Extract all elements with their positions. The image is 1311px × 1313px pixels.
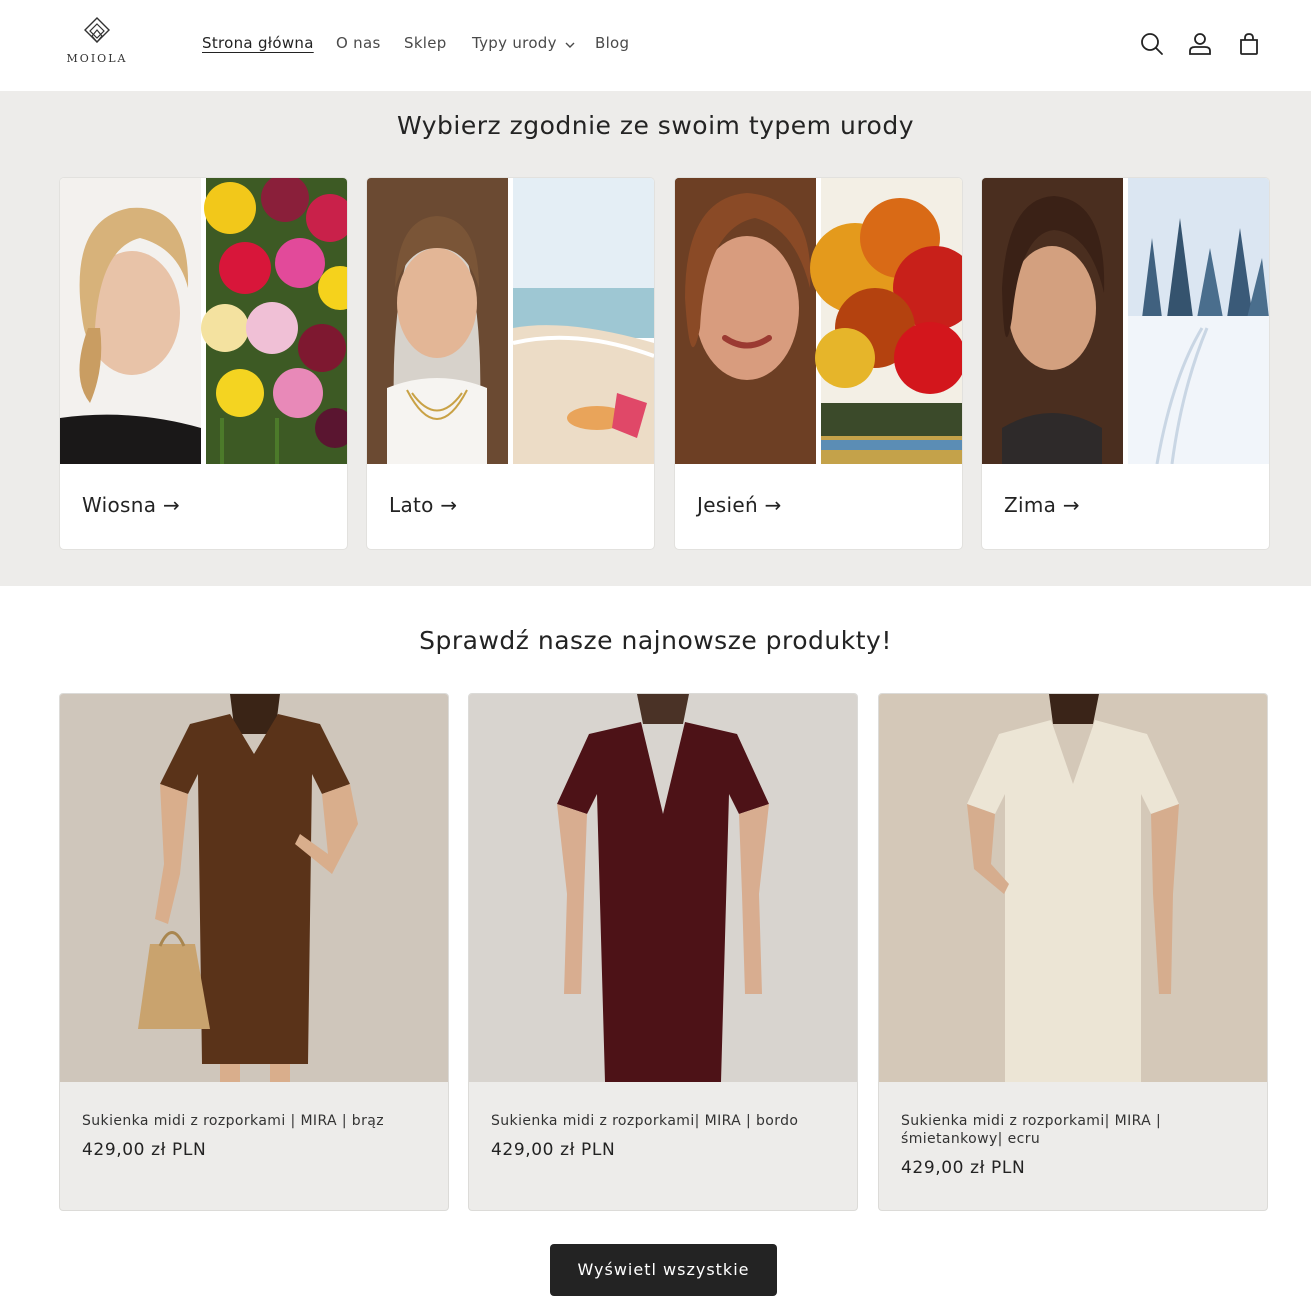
type-card-spring[interactable]: Wiosna →: [60, 178, 347, 549]
product-price: 429,00 zł PLN: [901, 1158, 1026, 1178]
beauty-types-title: Wybierz zgodnie ze swoim typem urody: [396, 111, 915, 140]
product-price: 429,00 zł PLN: [82, 1140, 207, 1160]
type-card-summer[interactable]: Lato →: [367, 178, 654, 549]
type-label-spring: Wiosna →: [82, 493, 180, 517]
product-title: Sukienka midi z rozporkami| MIRA | śmiet…: [901, 1113, 1162, 1147]
view-all-button[interactable]: Wyświetl wszystkie: [550, 1244, 777, 1296]
cart-icon[interactable]: [1235, 30, 1263, 58]
logo[interactable]: MOIOLA: [62, 16, 132, 74]
site-header: MOIOLA Strona główna O nas Sklep Typy ur…: [0, 0, 1311, 90]
chevron-down-icon: [565, 35, 575, 53]
product-title: Sukienka midi z rozporkami| MIRA | bordo: [491, 1113, 799, 1129]
product-image: [469, 694, 857, 1082]
type-card-winter[interactable]: Zima →: [982, 178, 1269, 549]
nav-beauty-types[interactable]: Typy urody: [472, 34, 575, 53]
spring-image: [60, 178, 347, 464]
product-card[interactable]: Sukienka midi z rozporkami| MIRA | bordo…: [468, 693, 858, 1211]
nav-about[interactable]: O nas: [336, 34, 381, 52]
nav-beauty-types-label: Typy urody: [472, 34, 557, 52]
autumn-image: [675, 178, 962, 464]
account-icon[interactable]: [1186, 30, 1214, 58]
product-price: 429,00 zł PLN: [491, 1140, 616, 1160]
type-card-autumn[interactable]: Jesień →: [675, 178, 962, 549]
logo-diamond-icon: [84, 17, 110, 43]
type-label-summer: Lato →: [389, 493, 458, 517]
winter-image: [982, 178, 1269, 464]
type-label-autumn: Jesień →: [697, 493, 782, 517]
product-card[interactable]: Sukienka midi z rozporkami| MIRA | śmiet…: [878, 693, 1268, 1211]
search-icon[interactable]: [1138, 30, 1166, 58]
product-title: Sukienka midi z rozporkami | MIRA | brąz: [82, 1113, 384, 1129]
product-image: [879, 694, 1267, 1082]
newest-products-title: Sprawdź nasze najnowsze produkty!: [419, 626, 892, 655]
type-label-winter: Zima →: [1004, 493, 1080, 517]
summer-image: [367, 178, 654, 464]
nav-blog[interactable]: Blog: [595, 34, 629, 52]
nav-shop[interactable]: Sklep: [404, 34, 447, 52]
nav-home[interactable]: Strona główna: [202, 34, 314, 52]
beauty-types-section: Wybierz zgodnie ze swoim typem urody Wio…: [0, 91, 1311, 586]
logo-text: MOIOLA: [66, 52, 128, 65]
product-image: [60, 694, 448, 1082]
product-card[interactable]: Sukienka midi z rozporkami | MIRA | brąz…: [59, 693, 449, 1211]
